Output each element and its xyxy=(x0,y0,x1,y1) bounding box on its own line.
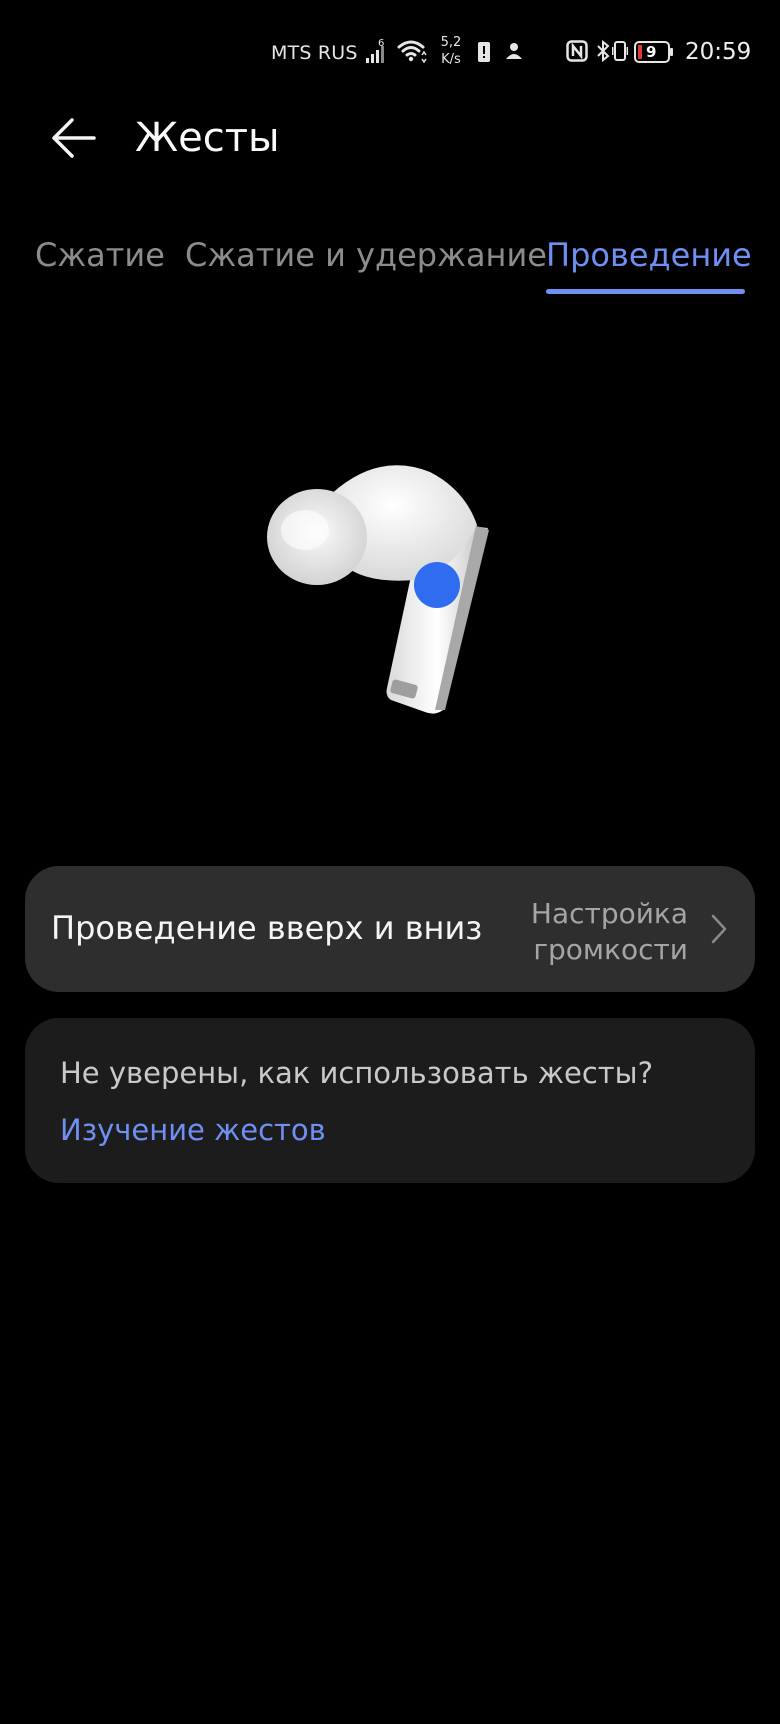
earbud-illustration xyxy=(267,465,489,714)
chevron-right-icon xyxy=(711,914,727,944)
nfc-icon xyxy=(566,40,588,62)
gesture-help-card: Не уверены, как использовать жесты? Изуч… xyxy=(25,1018,755,1183)
clock: 20:59 xyxy=(685,39,752,65)
setting-value: Настройка громкости xyxy=(488,896,688,968)
signal-strength-icon: 6 xyxy=(366,39,384,63)
page-title: Жесты xyxy=(135,115,280,161)
vibrate-icon xyxy=(612,41,628,61)
learn-gestures-link[interactable]: Изучение жестов xyxy=(60,1113,326,1147)
swipe-setting-row[interactable]: Проведение вверх и вниз Настройка громко… xyxy=(25,866,755,992)
setting-label: Проведение вверх и вниз xyxy=(51,909,483,947)
setting-value-line1: Настройка xyxy=(530,897,688,930)
network-speed-unit: K/s xyxy=(441,52,461,67)
gesture-tabs: Сжатие Сжатие и удержание Проведение xyxy=(0,236,780,296)
tab-squeeze-and-hold[interactable]: Сжатие и удержание xyxy=(185,236,547,274)
bluetooth-icon xyxy=(597,39,610,63)
person-icon xyxy=(506,43,522,59)
battery-level: 9 xyxy=(646,43,657,61)
storage-alert-icon xyxy=(478,42,490,62)
back-button[interactable] xyxy=(46,112,106,164)
wifi-icon xyxy=(397,40,427,64)
carrier-name: MTS RUS xyxy=(271,42,358,64)
help-question: Не уверены, как использовать жесты? xyxy=(60,1056,653,1090)
tab-swipe[interactable]: Проведение xyxy=(546,236,752,274)
status-bar: MTS RUS 6 5,2 K/s 9 20:59 xyxy=(0,30,780,74)
active-tab-indicator xyxy=(546,289,745,294)
tab-squeeze[interactable]: Сжатие xyxy=(35,236,165,274)
network-speed-value: 5,2 xyxy=(440,35,462,50)
network-speed: 5,2 K/s xyxy=(436,34,466,68)
back-arrow-icon xyxy=(52,118,96,158)
setting-value-line2: громкости xyxy=(533,933,688,966)
